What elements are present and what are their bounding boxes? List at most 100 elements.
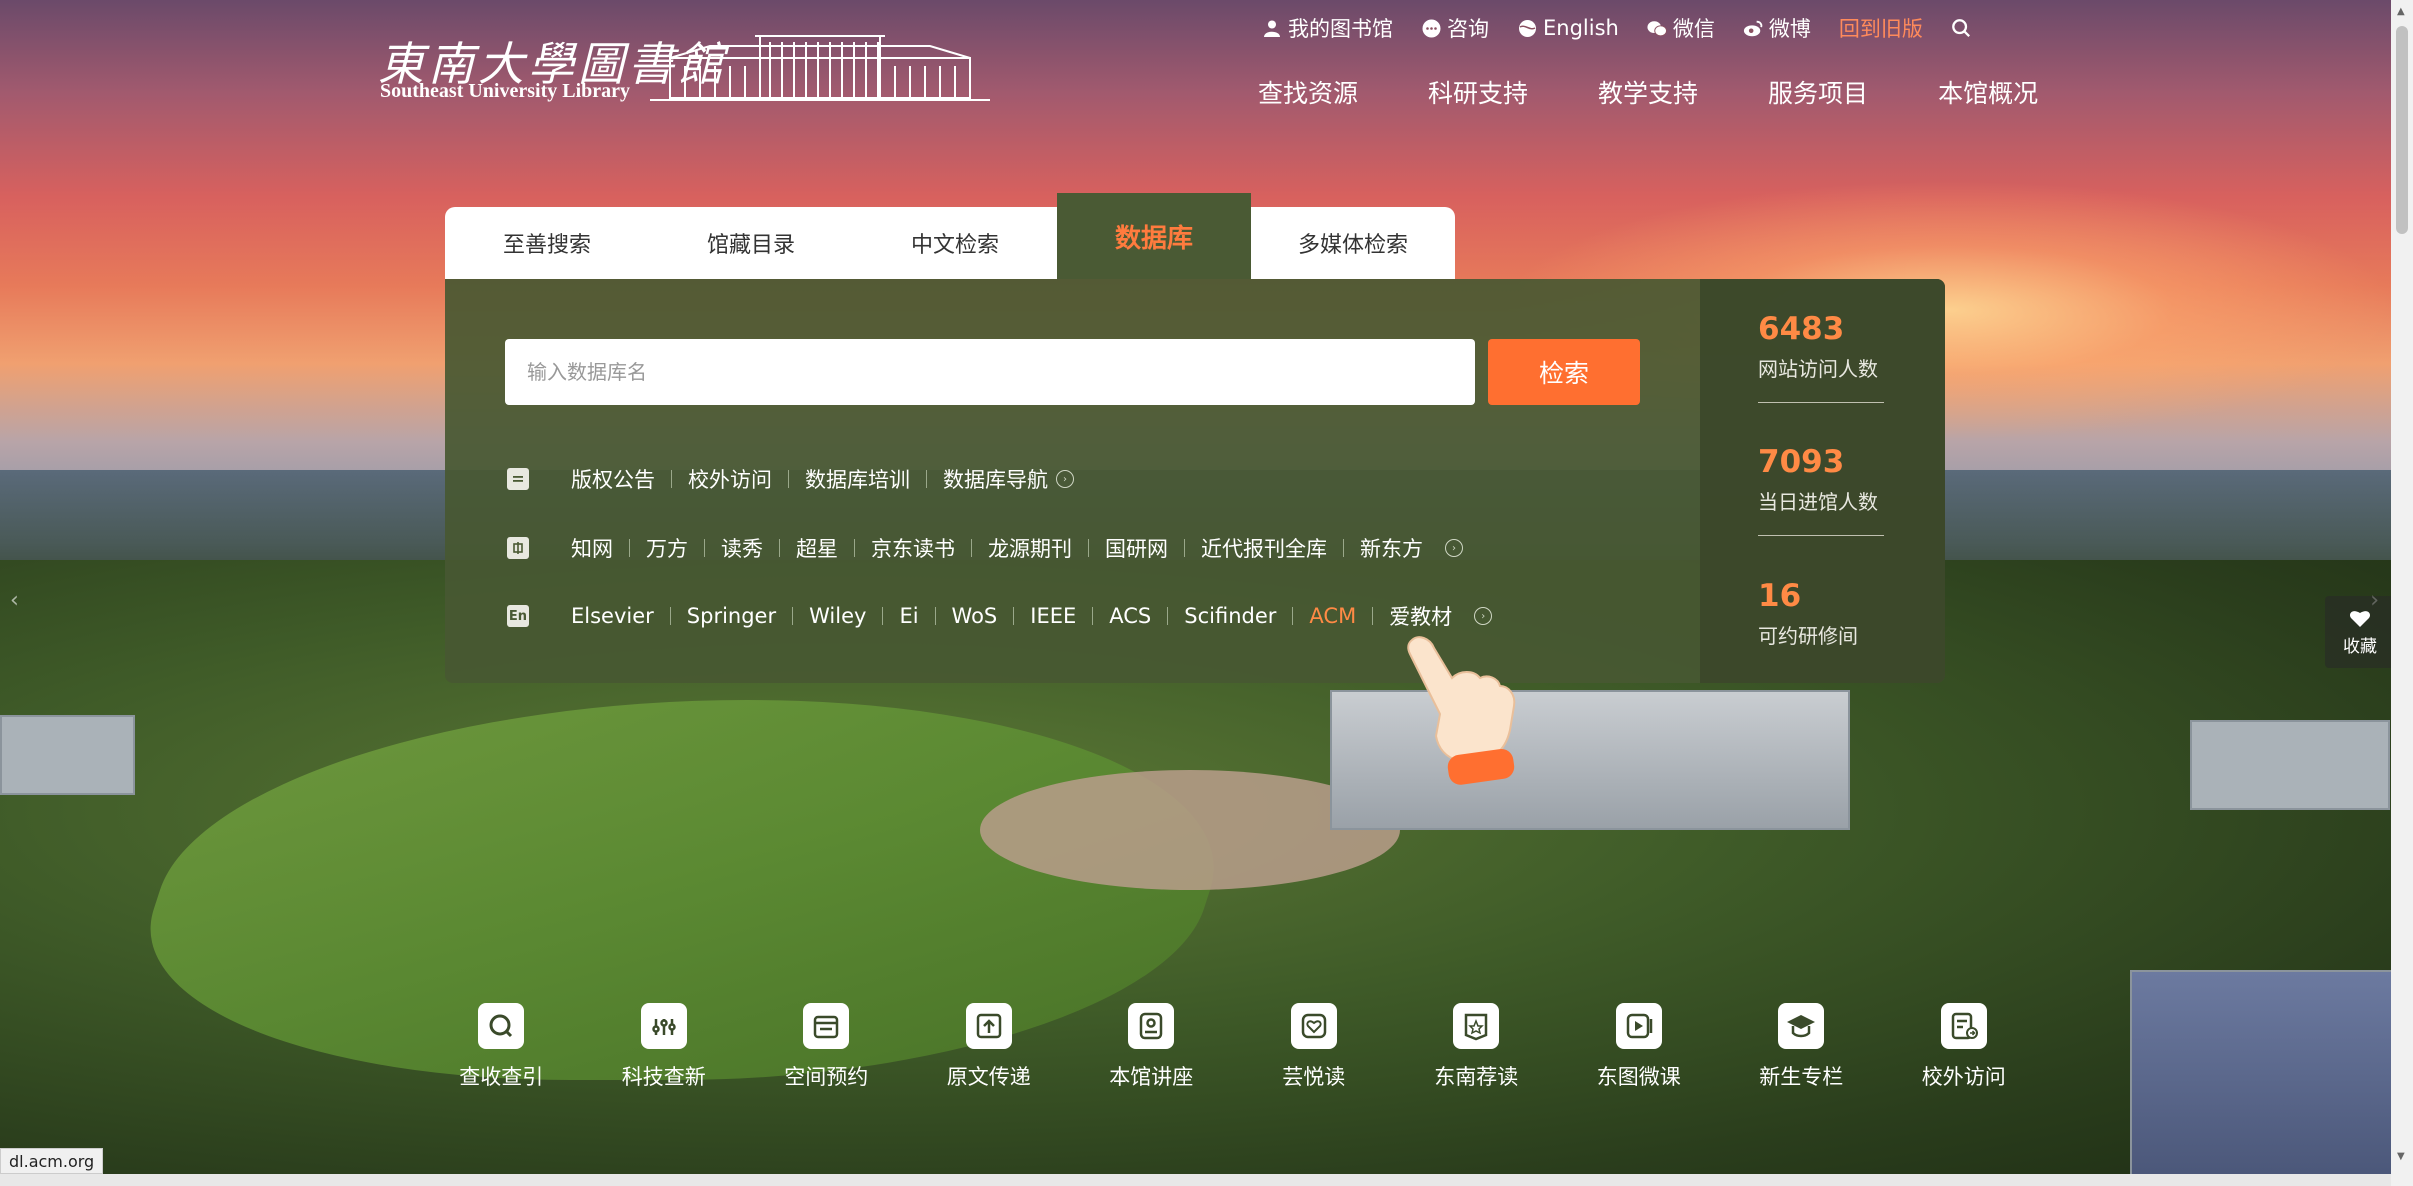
- heart-icon: [1290, 1003, 1337, 1049]
- link-springer[interactable]: Springer: [671, 604, 792, 628]
- link-longyuan[interactable]: 龙源期刊: [972, 533, 1088, 563]
- search-tabs: 至善搜索 馆藏目录 中文检索 数据库 多媒体检索: [445, 193, 1455, 279]
- link-modern-newspapers[interactable]: 近代报刊全库: [1185, 533, 1343, 563]
- link-elsevier[interactable]: Elsevier: [571, 604, 670, 628]
- link-wiley[interactable]: Wiley: [793, 604, 882, 628]
- link-offcampus-access[interactable]: 校外访问: [672, 464, 788, 494]
- wechat-icon: [1647, 18, 1667, 38]
- stat-daily-entries: 7093 当日进馆人数: [1758, 444, 1884, 536]
- more-arrow-icon[interactable]: ›: [1445, 539, 1463, 557]
- link-acm[interactable]: ACM: [1293, 604, 1372, 628]
- tech-icon: [640, 1003, 687, 1049]
- quick-links-bar: 查收查引 科技查新 空间预约 原文传递 本馆讲座 芸悦读 东南荐读 东图微课 新…: [420, 1003, 2045, 1091]
- consult-link[interactable]: 咨询: [1421, 13, 1489, 43]
- quick-link-label: 东南荐读: [1434, 1065, 1519, 1089]
- quick-link-micro-courses[interactable]: 东图微课: [1558, 1003, 1721, 1091]
- site-search-button[interactable]: [1951, 18, 1971, 38]
- english-databases-row: En Elsevier Springer Wiley Ei WoS IEEE A…: [507, 601, 1493, 631]
- quick-link-label: 东图微课: [1596, 1065, 1681, 1089]
- quick-link-yunyuedu[interactable]: 芸悦读: [1233, 1003, 1396, 1091]
- old-version-link[interactable]: 回到旧版: [1839, 13, 1923, 43]
- link-database-training[interactable]: 数据库培训: [789, 464, 926, 494]
- quick-link-freshmen[interactable]: 新生专栏: [1720, 1003, 1883, 1091]
- stat-label: 网站访问人数: [1758, 357, 1878, 381]
- link-jd-reading[interactable]: 京东读书: [855, 533, 971, 563]
- quick-link-label: 原文传递: [946, 1065, 1031, 1089]
- quick-link-offcampus[interactable]: 校外访问: [1883, 1003, 2046, 1091]
- wechat-label: 微信: [1672, 17, 1715, 41]
- nav-teaching-support[interactable]: 教学支持: [1598, 74, 1698, 110]
- tab-catalog[interactable]: 馆藏目录: [649, 207, 853, 279]
- link-duxiu[interactable]: 读秀: [705, 533, 779, 563]
- divider: [1758, 402, 1884, 403]
- link-chaoxing[interactable]: 超星: [780, 533, 854, 563]
- favorite-label: 收藏: [2343, 636, 2377, 657]
- quick-link-citation[interactable]: 查收查引: [420, 1003, 583, 1091]
- favorite-button[interactable]: 收藏: [2325, 596, 2395, 668]
- more-arrow-icon[interactable]: ›: [1056, 470, 1074, 488]
- document-icon: [507, 468, 529, 490]
- stat-study-rooms: 16 可约研修间: [1758, 578, 1884, 649]
- nav-services[interactable]: 服务项目: [1768, 74, 1868, 110]
- search-button[interactable]: 检索: [1488, 339, 1640, 405]
- quick-link-label: 新生专栏: [1759, 1065, 1844, 1089]
- link-wanfang[interactable]: 万方: [630, 533, 704, 563]
- link-database-navigation[interactable]: 数据库导航: [927, 464, 1056, 494]
- quick-link-label: 芸悦读: [1282, 1065, 1346, 1089]
- building-right-2: [2130, 970, 2413, 1186]
- page-scrollbar[interactable]: ▲ ▼: [2391, 0, 2413, 1186]
- tab-chinese-search[interactable]: 中文检索: [853, 207, 1057, 279]
- tab-database[interactable]: 数据库: [1057, 193, 1251, 279]
- quick-link-document-delivery[interactable]: 原文传递: [908, 1003, 1071, 1091]
- quick-link-label: 科技查新: [621, 1065, 706, 1089]
- stat-label: 可约研修间: [1758, 624, 1858, 648]
- my-library-link[interactable]: 我的图书馆: [1262, 13, 1393, 43]
- tab-multimedia-search[interactable]: 多媒体检索: [1251, 207, 1455, 279]
- library-logo[interactable]: 東南大學圖書館 Southeast University Library: [378, 28, 1018, 108]
- english-label: English: [1543, 16, 1619, 40]
- quick-link-novelty-search[interactable]: 科技查新: [583, 1003, 746, 1091]
- carousel-prev-arrow-icon[interactable]: ‹: [10, 588, 19, 613]
- globe-icon: [1517, 18, 1537, 38]
- quick-link-lectures[interactable]: 本馆讲座: [1070, 1003, 1233, 1091]
- quick-link-label: 本馆讲座: [1109, 1065, 1194, 1089]
- link-ei[interactable]: Ei: [883, 604, 934, 628]
- search-icon: [1951, 18, 1971, 38]
- english-db-icon: En: [507, 605, 529, 627]
- link-scifinder[interactable]: Scifinder: [1168, 604, 1292, 628]
- top-utility-bar: 我的图书馆 咨询 English 微信 微博 回到旧版: [1262, 12, 1971, 44]
- quick-link-recommended-reading[interactable]: 东南荐读: [1395, 1003, 1558, 1091]
- database-search-input[interactable]: [505, 339, 1475, 405]
- wechat-link[interactable]: 微信: [1647, 13, 1715, 43]
- graduation-cap-icon: [1778, 1003, 1825, 1049]
- link-aijiaocai[interactable]: 爱教材: [1373, 601, 1474, 631]
- my-library-label: 我的图书馆: [1288, 17, 1393, 41]
- scroll-thumb[interactable]: [2396, 26, 2408, 234]
- database-search-panel: 检索 版权公告 校外访问 数据库培训 数据库导航 › 知网 万方 读秀 超星 京…: [445, 279, 1945, 683]
- link-new-oriental[interactable]: 新东方: [1344, 533, 1445, 563]
- link-wos[interactable]: WoS: [936, 604, 1014, 628]
- english-link[interactable]: English: [1517, 16, 1619, 40]
- stat-label: 当日进馆人数: [1758, 490, 1878, 514]
- weibo-link[interactable]: 微博: [1743, 13, 1811, 43]
- main-navigation: 查找资源 科研支持 教学支持 服务项目 本馆概况: [1258, 74, 2038, 110]
- nav-research-support[interactable]: 科研支持: [1428, 74, 1528, 110]
- chinese-databases-row: 知网 万方 读秀 超星 京东读书 龙源期刊 国研网 近代报刊全库 新东方 ›: [507, 533, 1463, 563]
- tab-zhishan-search[interactable]: 至善搜索: [445, 207, 649, 279]
- link-cnki[interactable]: 知网: [571, 533, 629, 563]
- quick-link-space-booking[interactable]: 空间预约: [745, 1003, 908, 1091]
- stat-value: 7093: [1758, 444, 1845, 480]
- scroll-down-icon[interactable]: ▼: [2397, 1151, 2405, 1162]
- link-ieee[interactable]: IEEE: [1014, 604, 1092, 628]
- divider: [1758, 535, 1884, 536]
- heart-icon: [2350, 610, 2370, 627]
- more-arrow-icon[interactable]: ›: [1474, 607, 1493, 625]
- link-copyright-notice[interactable]: 版权公告: [571, 464, 671, 494]
- quick-link-label: 校外访问: [1921, 1065, 2006, 1089]
- link-guoyan[interactable]: 国研网: [1089, 533, 1184, 563]
- scroll-up-icon[interactable]: ▲: [2397, 6, 2405, 17]
- nav-about-library[interactable]: 本馆概况: [1938, 74, 2038, 110]
- logo-english-text: Southeast University Library: [380, 80, 630, 102]
- nav-find-resources[interactable]: 查找资源: [1258, 74, 1358, 110]
- link-acs[interactable]: ACS: [1093, 604, 1167, 628]
